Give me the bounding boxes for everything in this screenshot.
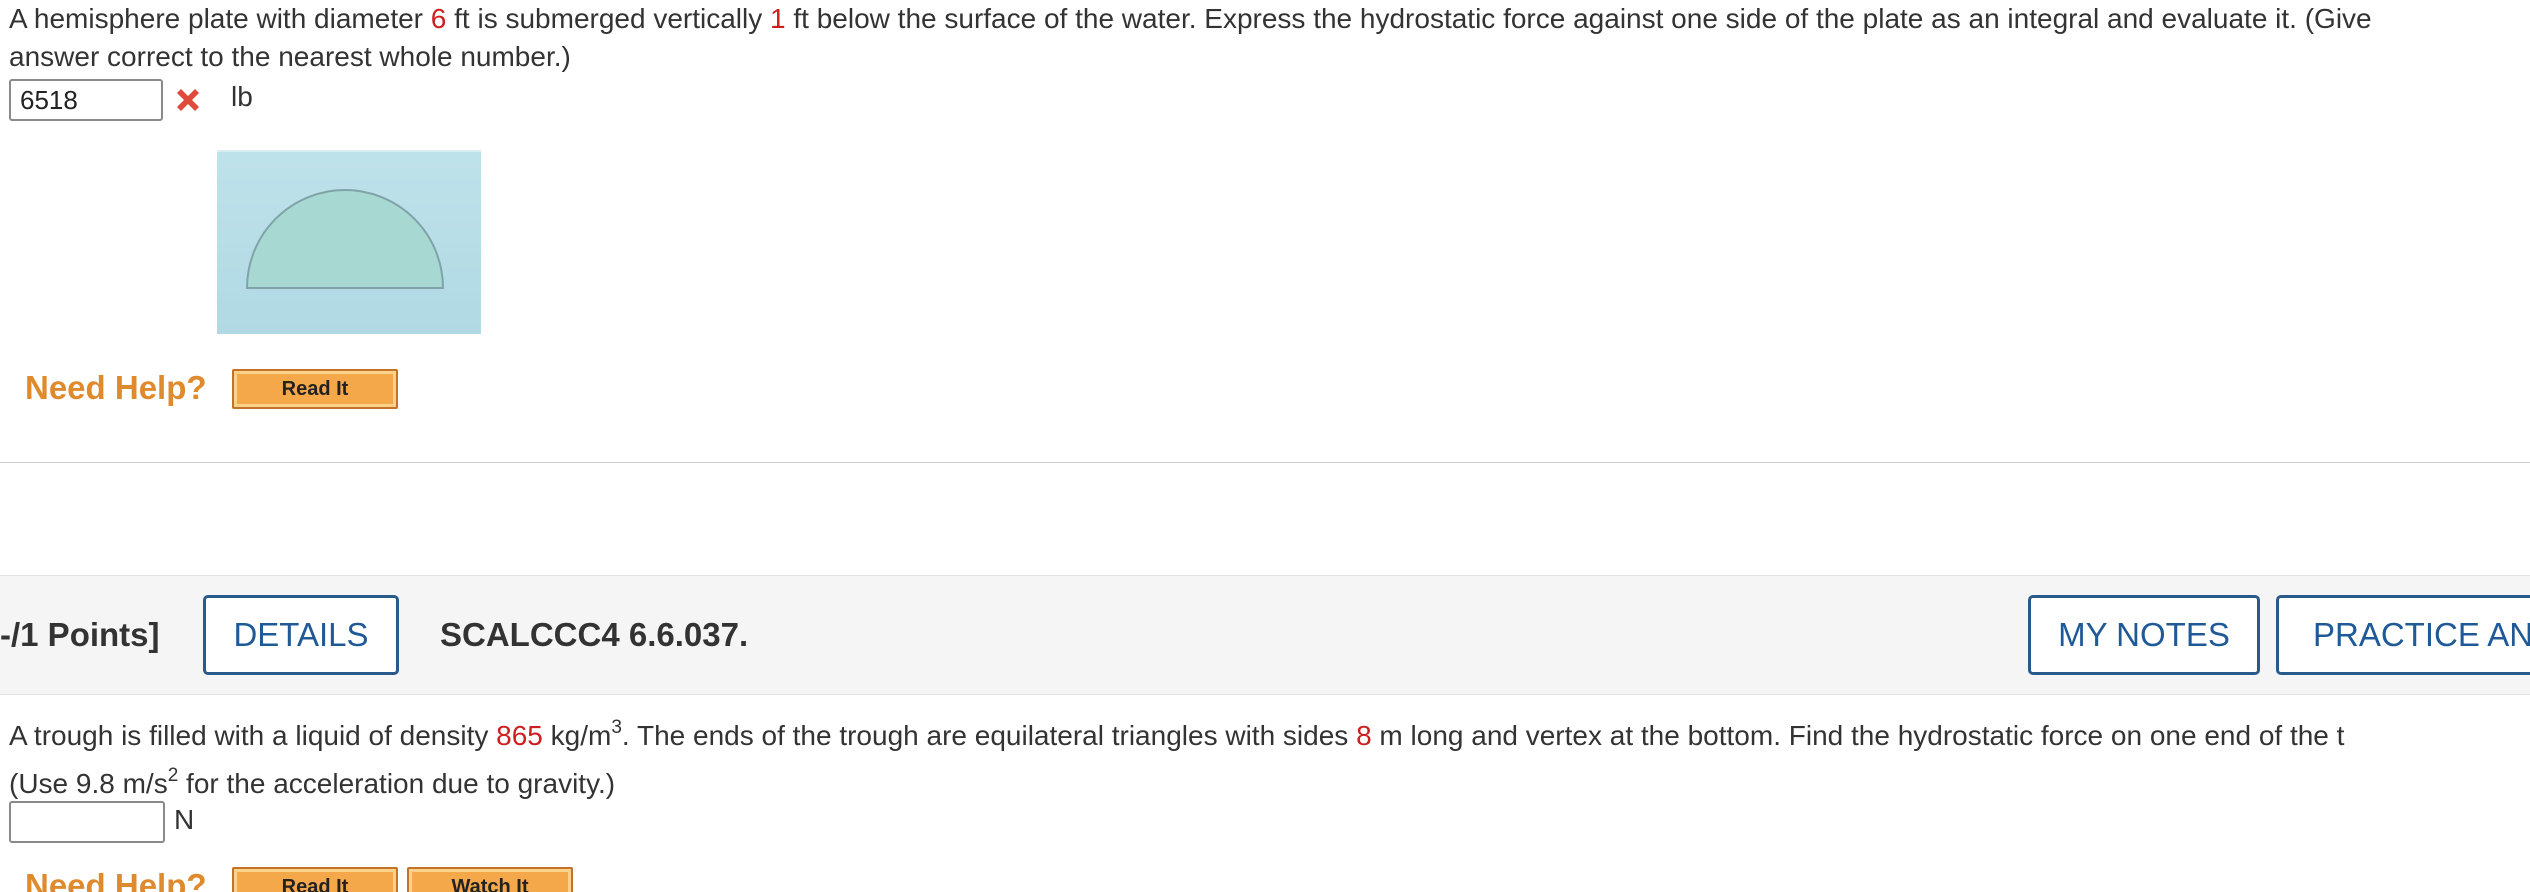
question-2-text: A trough is filled with a liquid of dens… — [9, 712, 2530, 808]
my-notes-button[interactable]: MY NOTES — [2028, 595, 2260, 675]
unit-label-1: lb — [231, 81, 253, 112]
need-help-label-2: Need Help? — [25, 867, 207, 892]
question-divider — [0, 462, 2530, 463]
gravity-unit-exponent: 2 — [167, 764, 179, 786]
page: A hemisphere plate with diameter 6 ft is… — [0, 0, 2530, 892]
question-2-line-1: A trough is filled with a liquid of dens… — [9, 712, 2530, 760]
question-2-text-part: . The ends of the trough are equilateral… — [621, 720, 1357, 751]
question-1-text-part: ft below the surface of the water. Expre… — [785, 3, 2372, 34]
points-label: -/1 Points] — [0, 616, 160, 653]
depth-value: 1 — [770, 3, 786, 34]
question-2-text-part: for the acceleration due to gravity.) — [178, 768, 616, 799]
question-2-text-part: (Use 9.8 m/s — [9, 768, 168, 799]
question-2-text-part: kg/m — [542, 720, 612, 751]
details-button[interactable]: DETAILS — [203, 595, 399, 675]
question-1-text-part: ft is submerged vertically — [446, 3, 771, 34]
read-it-button-2[interactable]: Read It — [232, 867, 398, 892]
question-1-line-1: A hemisphere plate with diameter 6 ft is… — [9, 0, 2530, 38]
question-1-text-part: A hemisphere plate with diameter — [9, 3, 431, 34]
answer-input-2[interactable] — [9, 801, 165, 843]
question-1-text: A hemisphere plate with diameter 6 ft is… — [9, 0, 2530, 76]
answer-input-1[interactable]: 6518 — [9, 79, 163, 121]
side-length-value: 8 — [1356, 720, 1372, 751]
watch-it-button[interactable]: Watch It — [407, 867, 573, 892]
practice-another-button[interactable]: PRACTICE ANOTHER — [2276, 595, 2530, 675]
question-2-text-part: m long and vertex at the bottom. Find th… — [1371, 720, 2345, 751]
density-value: 865 — [496, 720, 543, 751]
need-help-label: Need Help? — [25, 369, 207, 406]
x-mark-icon — [177, 89, 199, 111]
question-2-text-part: A trough is filled with a liquid of dens… — [9, 720, 497, 751]
read-it-button[interactable]: Read It — [232, 369, 398, 409]
question-1-line-2: answer correct to the nearest whole numb… — [9, 41, 571, 72]
density-unit-exponent: 3 — [611, 716, 622, 738]
question-2-header: -/1 Points] DETAILS SCALCCC4 6.6.037. MY… — [0, 575, 2530, 695]
diameter-value: 6 — [430, 3, 447, 34]
question-2-line-2: (Use 9.8 m/s2 for the acceleration due t… — [9, 760, 2530, 808]
unit-label-2: N — [174, 804, 195, 835]
hemisphere-plate-figure — [217, 150, 481, 334]
question-code: SCALCCC4 6.6.037. — [440, 616, 749, 653]
